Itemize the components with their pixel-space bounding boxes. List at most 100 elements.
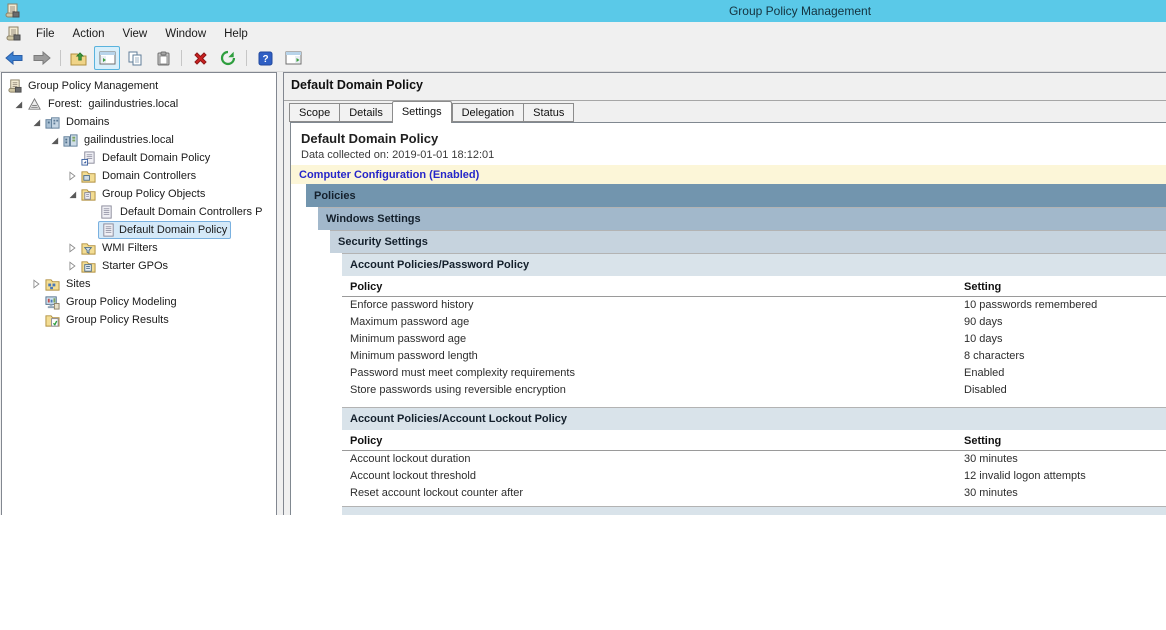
policy-cell: Enforce password history	[342, 299, 474, 311]
tree-item-group-policy-modeling[interactable]: Group Policy Modeling	[2, 293, 276, 311]
tree-item-label: Starter GPOs	[98, 258, 172, 274]
tab-delegation[interactable]: Delegation	[452, 103, 524, 122]
title-bar: Group Policy Management	[0, 0, 1166, 22]
band-windows-settings: Windows Settings	[318, 207, 1166, 230]
table-row: Reset account lockout counter after30 mi…	[342, 485, 1166, 502]
next-section-band-cutoff	[342, 506, 1166, 515]
menu-file[interactable]: File	[27, 25, 64, 43]
tree-item-domain-controllers[interactable]: Domain Controllers	[2, 167, 276, 185]
table-row: Minimum password length8 characters	[342, 348, 1166, 365]
tree-item-label: WMI Filters	[98, 240, 162, 256]
tree-item-wmi-filters[interactable]: WMI Filters	[2, 239, 276, 257]
forward-arrow-icon	[33, 51, 51, 65]
back-button[interactable]	[1, 46, 27, 70]
tree-item-default-domain-controllers-policy[interactable]: Default Domain Controllers P	[2, 203, 276, 221]
band-account-lockout-policy: Account Policies/Account Lockout Policy	[342, 407, 1166, 430]
forward-button[interactable]	[29, 46, 55, 70]
expander-expanded-icon[interactable]	[64, 186, 80, 202]
wmi-filters-icon	[80, 240, 96, 256]
expander-collapsed-icon[interactable]	[64, 168, 80, 184]
gpo-icon	[98, 204, 114, 220]
menu-help[interactable]: Help	[215, 25, 257, 43]
tree-item-group-policy-results[interactable]: Group Policy Results	[2, 311, 276, 329]
tree-item-sites[interactable]: Sites	[2, 275, 276, 293]
gpmc-window: Group Policy Management File Action View…	[0, 0, 1166, 515]
expander-collapsed-icon[interactable]	[64, 258, 80, 274]
table-row: Account lockout duration30 minutes	[342, 451, 1166, 468]
tab-details[interactable]: Details	[339, 103, 392, 122]
policy-cell: Password must meet complexity requiremen…	[342, 367, 575, 379]
account-lockout-policy-table: Policy Setting Account lockout duration3…	[342, 430, 1166, 502]
tree-item-label: gailindustries.local	[80, 132, 178, 148]
help-button[interactable]: ?	[252, 46, 278, 70]
show-action-pane-button[interactable]	[280, 46, 306, 70]
policy-cell: Minimum password age	[342, 333, 466, 345]
tree-item-group-policy-management[interactable]: Group Policy Management	[2, 77, 276, 95]
menu-action[interactable]: Action	[64, 25, 114, 43]
tab-scope[interactable]: Scope	[289, 103, 339, 122]
tree-item-domains[interactable]: Domains	[2, 113, 276, 131]
show-console-tree-button[interactable]	[94, 46, 120, 70]
tab-status[interactable]: Status	[523, 103, 574, 122]
gpo-icon	[100, 222, 116, 238]
tree-item-label: Group Policy Objects	[98, 186, 209, 202]
tree-item-gailindustries-domain[interactable]: gailindustries.local	[2, 131, 276, 149]
tree-item-default-domain-policy-selected[interactable]: Default Domain Policy	[2, 221, 276, 239]
results-icon	[44, 312, 60, 328]
table-row: Maximum password age90 days	[342, 314, 1166, 331]
window-title: Group Policy Management	[0, 4, 1166, 18]
table-header-row: Policy Setting	[342, 430, 1166, 451]
tree-item-label: Sites	[62, 276, 94, 292]
password-policy-table: Policy Setting Enforce password history 1…	[342, 276, 1166, 399]
paste-button[interactable]	[150, 46, 176, 70]
expander-expanded-icon[interactable]	[10, 96, 26, 112]
setting-cell: 8 characters	[964, 348, 1025, 365]
table-row: Enforce password history 10 passwords rem…	[342, 297, 1166, 314]
tree-item-label: Default Domain Policy	[98, 150, 214, 166]
up-one-level-button[interactable]	[66, 46, 92, 70]
expander-collapsed-icon[interactable]	[28, 276, 44, 292]
policy-column-header: Policy	[342, 435, 382, 447]
domain-icon	[62, 132, 78, 148]
refresh-button[interactable]	[215, 46, 241, 70]
menu-bar: File Action View Window Help	[0, 22, 1166, 45]
tree-item-group-policy-objects[interactable]: Group Policy Objects	[2, 185, 276, 203]
modeling-icon	[44, 294, 60, 310]
delete-button[interactable]	[187, 46, 213, 70]
starter-gpos-icon	[80, 258, 96, 274]
copy-button[interactable]	[122, 46, 148, 70]
expander-expanded-icon[interactable]	[28, 114, 44, 130]
table-row: Minimum password age10 days	[342, 331, 1166, 348]
setting-cell: 10 passwords remembered	[964, 297, 1097, 314]
setting-cell: 12 invalid logon attempts	[964, 468, 1086, 485]
menu-view[interactable]: View	[114, 25, 157, 43]
console-root-icon	[6, 78, 22, 94]
tree-item-default-domain-policy-link[interactable]: Default Domain Policy	[2, 149, 276, 167]
tree-item-label: Group Policy Results	[62, 312, 173, 328]
tree-item-starter-gpos[interactable]: Starter GPOs	[2, 257, 276, 275]
computer-configuration-band: Computer Configuration (Enabled)	[291, 165, 1166, 184]
tree-item-label: Default Domain Controllers P	[116, 204, 266, 220]
policy-cell: Reset account lockout counter after	[342, 487, 523, 499]
tree-selection: Default Domain Policy	[98, 221, 231, 239]
delete-icon	[193, 51, 208, 66]
sites-icon	[44, 276, 60, 292]
computer-configuration-link[interactable]: Computer Configuration (Enabled)	[299, 169, 479, 181]
expander-expanded-icon[interactable]	[46, 132, 62, 148]
table-row: Store passwords using reversible encrypt…	[342, 382, 1166, 399]
band-password-policy: Account Policies/Password Policy	[342, 253, 1166, 276]
results-pane: Default Domain Policy Scope Details Sett…	[283, 72, 1166, 515]
table-header-row: Policy Setting	[342, 276, 1166, 297]
tab-settings[interactable]: Settings	[392, 101, 452, 123]
band-policies: Policies	[306, 184, 1166, 207]
expander-collapsed-icon[interactable]	[64, 240, 80, 256]
report-title: Default Domain Policy	[301, 131, 1166, 146]
tree-item-forest[interactable]: Forest: gailindustries.local	[2, 95, 276, 113]
menu-window[interactable]: Window	[156, 25, 215, 43]
data-collected-timestamp: Data collected on: 2019-01-01 18:12:01	[301, 149, 1166, 162]
paste-icon	[156, 51, 171, 66]
tree-item-label: Group Policy Modeling	[62, 294, 181, 310]
setting-cell: Disabled	[964, 382, 1007, 399]
tree-item-label: Domain Controllers	[98, 168, 200, 184]
up-folder-icon	[70, 51, 88, 66]
